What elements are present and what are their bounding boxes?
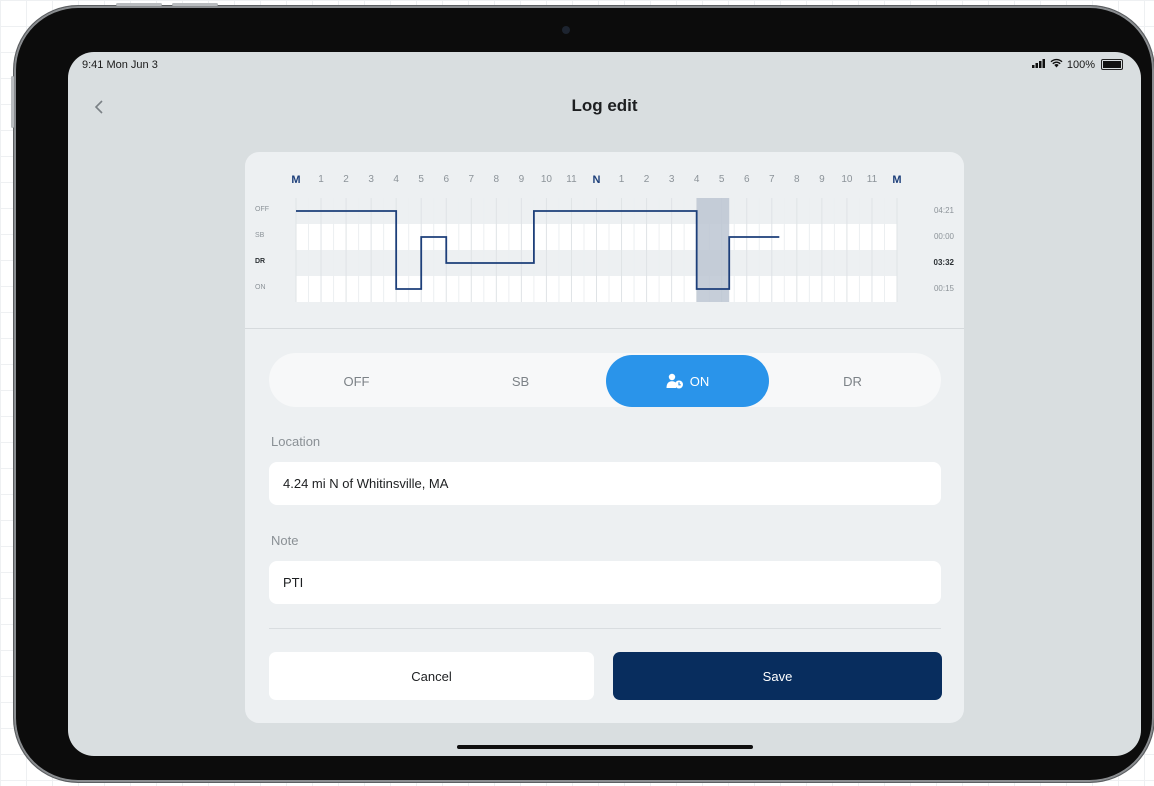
save-button[interactable]: Save bbox=[613, 652, 942, 700]
log-edit-card: M 1 2 3 4 5 6 7 8 9 10 11 N 1 2 3 4 5 6 7 8 9 10 11 M OFF SB DR ON … bbox=[245, 152, 964, 723]
toggle-off[interactable]: OFF bbox=[275, 355, 438, 407]
location-field[interactable]: 4.24 mi N of Whitinsville, MA bbox=[269, 462, 941, 505]
cancel-button[interactable]: Cancel bbox=[269, 652, 594, 700]
status-indicators: 100% bbox=[1031, 58, 1123, 71]
tablet-frame: 9:41 Mon Jun 3 100% Log edit M1234567891… bbox=[11, 3, 1154, 782]
toggle-dr[interactable]: DR bbox=[771, 355, 934, 407]
toggle-sb[interactable]: SB bbox=[439, 355, 602, 407]
note-field[interactable]: PTI bbox=[269, 561, 941, 604]
toggle-on-label: ON bbox=[689, 373, 710, 389]
save-label: Save bbox=[762, 668, 793, 684]
battery-text: 100% bbox=[1066, 58, 1095, 71]
signal-icon bbox=[1031, 58, 1046, 71]
duty-status-chart: M 1 2 3 4 5 6 7 8 9 10 11 N 1 2 3 4 5 6 7 8 9 10 11 M OFF SB DR ON … bbox=[245, 152, 964, 329]
toggle-off-label: OFF bbox=[343, 373, 370, 389]
toggle-on[interactable]: ON bbox=[606, 355, 769, 407]
divider bbox=[269, 628, 941, 629]
location-label: Location bbox=[271, 434, 321, 449]
power-button bbox=[116, 3, 162, 6]
duty-status-toggle: OFF SB ON DR bbox=[269, 353, 941, 407]
chart-plot[interactable] bbox=[245, 152, 964, 328]
side-button bbox=[11, 76, 14, 128]
user-clock-icon bbox=[666, 373, 684, 389]
toggle-sb-label: SB bbox=[511, 373, 530, 389]
battery-icon bbox=[1101, 59, 1123, 70]
page-title: Log edit bbox=[571, 96, 638, 115]
toggle-dr-label: DR bbox=[843, 373, 862, 389]
note-label: Note bbox=[271, 533, 299, 548]
note-value: PTI bbox=[283, 575, 304, 590]
cancel-label: Cancel bbox=[411, 668, 452, 684]
camera bbox=[562, 26, 570, 34]
status-time: 9:41 Mon Jun 3 bbox=[82, 59, 158, 71]
wifi-icon bbox=[1050, 58, 1063, 71]
chart-highlight bbox=[696, 198, 730, 302]
volume-button bbox=[172, 3, 218, 6]
screen: 9:41 Mon Jun 3 100% Log edit M1234567891… bbox=[68, 52, 1141, 756]
location-value: 4.24 mi N of Whitinsville, MA bbox=[283, 476, 449, 491]
home-indicator bbox=[457, 745, 753, 749]
